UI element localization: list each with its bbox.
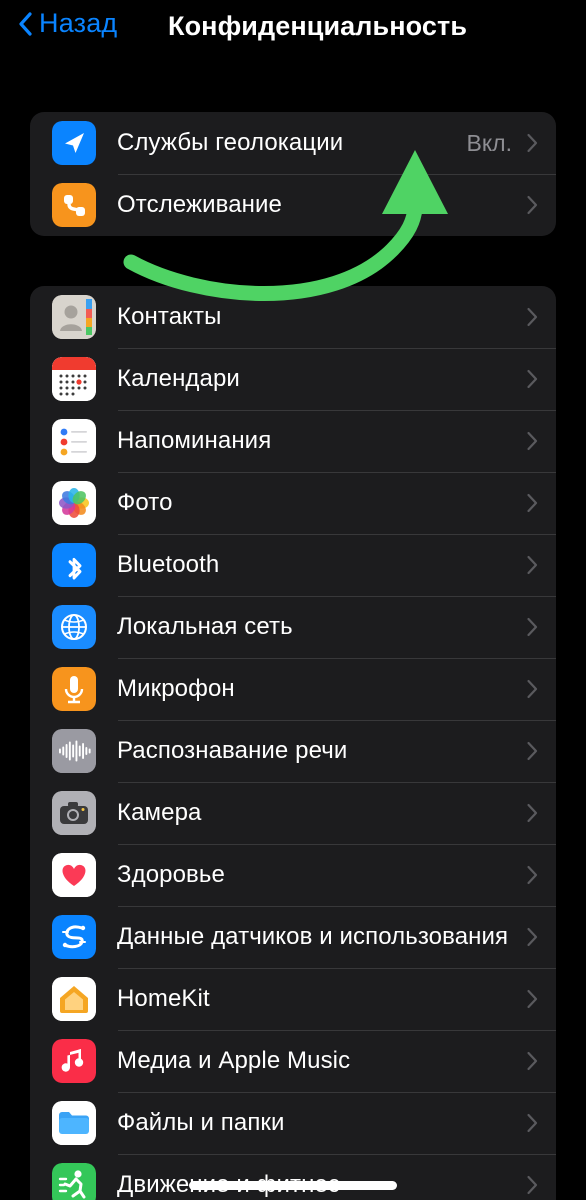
settings-row[interactable]: Медиа и Apple Music xyxy=(30,1030,556,1092)
settings-row-label: Данные датчиков и использования xyxy=(117,923,509,950)
settings-row[interactable]: Камера xyxy=(30,782,556,844)
chevron-left-icon xyxy=(18,11,32,36)
settings-row[interactable]: Распознавание речи xyxy=(30,720,556,782)
speech-waveform-icon xyxy=(52,729,96,773)
settings-row-label: Камера xyxy=(117,799,202,826)
settings-group-location: Службы геолокации Вкл. Отслеживание xyxy=(30,112,556,236)
settings-row-label: Напоминания xyxy=(117,427,272,454)
chevron-right-icon xyxy=(526,133,538,153)
health-heart-icon xyxy=(52,853,96,897)
settings-row-label: Микрофон xyxy=(117,675,235,702)
photos-icon xyxy=(52,481,96,525)
contacts-icon xyxy=(52,295,96,339)
bluetooth-icon xyxy=(52,543,96,587)
homekit-house-icon xyxy=(52,977,96,1021)
settings-group-app-permissions: Контакты Календари Напоминания Фото Bluetoot… xyxy=(30,286,556,1200)
settings-row-label: Медиа и Apple Music xyxy=(117,1047,351,1074)
local-network-globe-icon xyxy=(52,605,96,649)
files-folder-icon xyxy=(52,1101,96,1145)
apple-music-note-icon xyxy=(52,1039,96,1083)
settings-row-label: Службы геолокации xyxy=(117,129,344,156)
chevron-right-icon xyxy=(526,1051,538,1071)
chevron-right-icon xyxy=(526,679,538,699)
location-arrow-icon xyxy=(52,121,96,165)
settings-row-label: Bluetooth xyxy=(117,551,220,578)
settings-row[interactable]: Файлы и папки xyxy=(30,1092,556,1154)
home-indicator xyxy=(189,1181,397,1190)
settings-privacy-screen: Назад Конфиденциальность Службы геолокац… xyxy=(0,0,586,1200)
settings-row[interactable]: HomeKit xyxy=(30,968,556,1030)
chevron-right-icon xyxy=(526,307,538,327)
settings-row-value: Вкл. xyxy=(466,129,512,156)
settings-row[interactable]: Bluetooth xyxy=(30,534,556,596)
settings-row[interactable]: Движение и фитнес xyxy=(30,1154,556,1200)
camera-icon xyxy=(52,791,96,835)
chevron-right-icon xyxy=(526,431,538,451)
page-title: Конфиденциальность xyxy=(168,11,468,41)
chevron-right-icon xyxy=(526,803,538,823)
back-button[interactable]: Назад xyxy=(18,8,117,39)
chevron-right-icon xyxy=(526,989,538,1009)
settings-row[interactable]: Календари xyxy=(30,348,556,410)
sensor-data-icon xyxy=(52,915,96,959)
motion-fitness-icon xyxy=(52,1163,96,1200)
settings-row-label: Здоровье xyxy=(117,861,225,888)
settings-row-label: HomeKit xyxy=(117,985,210,1012)
settings-row[interactable]: Данные датчиков и использования xyxy=(30,906,556,968)
settings-row-label: Фото xyxy=(117,489,173,516)
settings-row[interactable]: Напоминания xyxy=(30,410,556,472)
chevron-right-icon xyxy=(526,195,538,215)
navigation-bar: Назад Конфиденциальность xyxy=(0,0,586,72)
microphone-icon xyxy=(52,667,96,711)
chevron-right-icon xyxy=(526,1175,538,1195)
settings-row-label: Контакты xyxy=(117,303,222,330)
settings-row[interactable]: Фото xyxy=(30,472,556,534)
settings-row[interactable]: Микрофон xyxy=(30,658,556,720)
settings-row-label: Файлы и папки xyxy=(117,1109,285,1136)
chevron-right-icon xyxy=(526,1113,538,1133)
settings-row[interactable]: Службы геолокации Вкл. xyxy=(30,112,556,174)
back-label: Назад xyxy=(39,8,118,38)
settings-row[interactable]: Отслеживание xyxy=(30,174,556,236)
chevron-right-icon xyxy=(526,865,538,885)
settings-row[interactable]: Здоровье xyxy=(30,844,556,906)
settings-row-label: Распознавание речи xyxy=(117,737,348,764)
settings-row-label: Отслеживание xyxy=(117,191,282,218)
settings-row-label: Календари xyxy=(117,365,240,392)
chevron-right-icon xyxy=(526,617,538,637)
settings-row[interactable]: Локальная сеть xyxy=(30,596,556,658)
calendar-icon xyxy=(52,357,96,401)
reminders-icon xyxy=(52,419,96,463)
tracking-icon xyxy=(52,183,96,227)
settings-row[interactable]: Контакты xyxy=(30,286,556,348)
chevron-right-icon xyxy=(526,927,538,947)
chevron-right-icon xyxy=(526,493,538,513)
settings-row-label: Локальная сеть xyxy=(117,613,293,640)
chevron-right-icon xyxy=(526,741,538,761)
chevron-right-icon xyxy=(526,555,538,575)
chevron-right-icon xyxy=(526,369,538,389)
